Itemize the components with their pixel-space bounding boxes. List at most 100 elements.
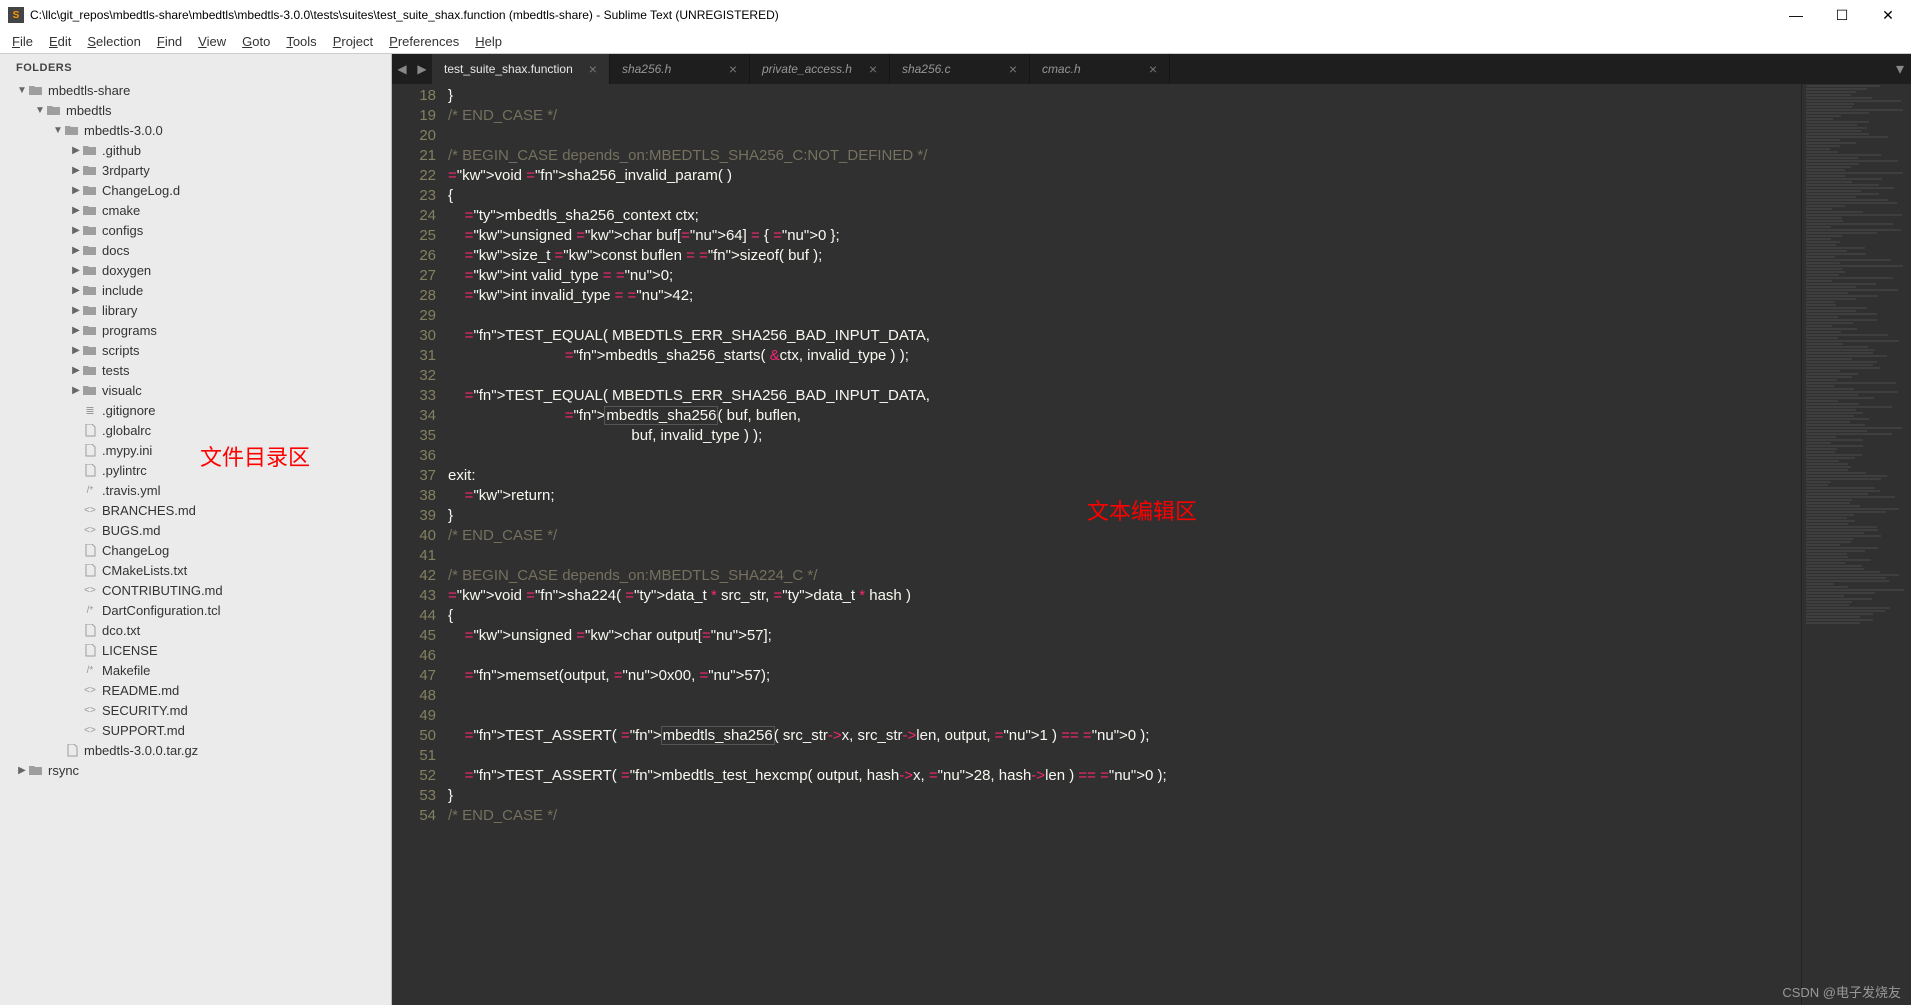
tree-item[interactable]: <>BRANCHES.md xyxy=(0,500,391,520)
code-line[interactable]: } xyxy=(448,786,1801,806)
line-number[interactable]: 18 xyxy=(392,86,436,106)
code-line[interactable] xyxy=(448,306,1801,326)
code-line[interactable] xyxy=(448,546,1801,566)
minimap[interactable] xyxy=(1801,84,1911,1005)
menu-tools[interactable]: Tools xyxy=(278,32,324,51)
code-line[interactable]: /* END_CASE */ xyxy=(448,106,1801,126)
tree-item[interactable]: ▶configs xyxy=(0,220,391,240)
tree-item[interactable]: ▶doxygen xyxy=(0,260,391,280)
line-number[interactable]: 35 xyxy=(392,426,436,446)
code-text-area[interactable]: }/* END_CASE *//* BEGIN_CASE depends_on:… xyxy=(448,84,1801,1005)
tab-close-icon[interactable]: × xyxy=(853,61,877,77)
tree-arrow-icon[interactable]: ▶ xyxy=(70,165,82,176)
tree-item[interactable]: ▶library xyxy=(0,300,391,320)
tree-item[interactable]: ▶.github xyxy=(0,140,391,160)
code-line[interactable]: } xyxy=(448,86,1801,106)
tree-item[interactable]: ChangeLog xyxy=(0,540,391,560)
close-button[interactable]: ✕ xyxy=(1865,0,1911,30)
line-number[interactable]: 48 xyxy=(392,686,436,706)
code-line[interactable] xyxy=(448,446,1801,466)
line-number[interactable]: 23 xyxy=(392,186,436,206)
tree-item[interactable]: ▶scripts xyxy=(0,340,391,360)
line-number[interactable]: 25 xyxy=(392,226,436,246)
line-number[interactable]: 41 xyxy=(392,546,436,566)
code-line[interactable]: ="fn">TEST_ASSERT( ="fn">mbedtls_test_he… xyxy=(448,766,1801,786)
tree-item[interactable]: ▶3rdparty xyxy=(0,160,391,180)
code-line[interactable] xyxy=(448,366,1801,386)
code-line[interactable] xyxy=(448,126,1801,146)
menu-preferences[interactable]: Preferences xyxy=(381,32,467,51)
tree-item[interactable]: /*Makefile xyxy=(0,660,391,680)
code-line[interactable]: ="fn">TEST_EQUAL( MBEDTLS_ERR_SHA256_BAD… xyxy=(448,386,1801,406)
tree-item[interactable]: ▶rsync xyxy=(0,760,391,780)
line-number[interactable]: 44 xyxy=(392,606,436,626)
tree-item[interactable]: ▼mbedtls-share xyxy=(0,80,391,100)
tree-arrow-icon[interactable]: ▶ xyxy=(70,325,82,336)
menu-edit[interactable]: Edit xyxy=(41,32,79,51)
tree-arrow-icon[interactable]: ▶ xyxy=(70,365,82,376)
line-number[interactable]: 52 xyxy=(392,766,436,786)
line-number[interactable]: 50 xyxy=(392,726,436,746)
tree-item[interactable]: /*.travis.yml xyxy=(0,480,391,500)
tree-arrow-icon[interactable]: ▶ xyxy=(70,245,82,256)
tree-arrow-icon[interactable]: ▶ xyxy=(16,765,28,776)
tab[interactable]: cmac.h× xyxy=(1030,54,1170,84)
tree-item[interactable]: /*DartConfiguration.tcl xyxy=(0,600,391,620)
line-number[interactable]: 27 xyxy=(392,266,436,286)
code-line[interactable]: ="fn">TEST_EQUAL( MBEDTLS_ERR_SHA256_BAD… xyxy=(448,326,1801,346)
line-gutter[interactable]: 1819202122232425262728293031323334353637… xyxy=(392,84,448,1005)
code-line[interactable]: ="fn">mbedtls_sha256( buf, buflen, xyxy=(448,406,1801,426)
line-number[interactable]: 21 xyxy=(392,146,436,166)
tree-arrow-icon[interactable]: ▼ xyxy=(16,85,28,96)
line-number[interactable]: 39 xyxy=(392,506,436,526)
tree-item[interactable]: ▼mbedtls-3.0.0 xyxy=(0,120,391,140)
tree-item[interactable]: mbedtls-3.0.0.tar.gz xyxy=(0,740,391,760)
code-line[interactable]: /* BEGIN_CASE depends_on:MBEDTLS_SHA256_… xyxy=(448,146,1801,166)
tree-item[interactable]: ▶ChangeLog.d xyxy=(0,180,391,200)
tree-arrow-icon[interactable]: ▶ xyxy=(70,385,82,396)
line-number[interactable]: 43 xyxy=(392,586,436,606)
tree-item[interactable]: ▶docs xyxy=(0,240,391,260)
menu-view[interactable]: View xyxy=(190,32,234,51)
tree-arrow-icon[interactable]: ▶ xyxy=(70,305,82,316)
line-number[interactable]: 33 xyxy=(392,386,436,406)
tree-item[interactable]: ▶programs xyxy=(0,320,391,340)
code-line[interactable] xyxy=(448,686,1801,706)
tree-arrow-icon[interactable]: ▶ xyxy=(70,285,82,296)
tree-item[interactable]: CMakeLists.txt xyxy=(0,560,391,580)
tree-item[interactable]: <>SUPPORT.md xyxy=(0,720,391,740)
code-line[interactable]: { xyxy=(448,186,1801,206)
tree-arrow-icon[interactable]: ▶ xyxy=(70,145,82,156)
line-number[interactable]: 49 xyxy=(392,706,436,726)
code-line[interactable]: ="kw">unsigned ="kw">char output[="nu">5… xyxy=(448,626,1801,646)
line-number[interactable]: 34 xyxy=(392,406,436,426)
code-line[interactable] xyxy=(448,706,1801,726)
code-line[interactable]: { xyxy=(448,606,1801,626)
menu-file[interactable]: File xyxy=(4,32,41,51)
code-line[interactable]: ="kw">int valid_type = ="nu">0; xyxy=(448,266,1801,286)
menu-selection[interactable]: Selection xyxy=(79,32,148,51)
tree-item[interactable]: .globalrc xyxy=(0,420,391,440)
line-number[interactable]: 54 xyxy=(392,806,436,826)
tab[interactable]: sha256.c× xyxy=(890,54,1030,84)
line-number[interactable]: 37 xyxy=(392,466,436,486)
line-number[interactable]: 22 xyxy=(392,166,436,186)
menu-project[interactable]: Project xyxy=(325,32,381,51)
tree-item[interactable]: ▶tests xyxy=(0,360,391,380)
code-line[interactable]: /* END_CASE */ xyxy=(448,806,1801,826)
code-line[interactable]: ="ty">mbedtls_sha256_context ctx; xyxy=(448,206,1801,226)
tree-arrow-icon[interactable]: ▼ xyxy=(52,125,64,136)
line-number[interactable]: 53 xyxy=(392,786,436,806)
code-line[interactable]: ="kw">unsigned ="kw">char buf[="nu">64] … xyxy=(448,226,1801,246)
code-line[interactable]: ="kw">int invalid_type = ="nu">42; xyxy=(448,286,1801,306)
minimize-button[interactable]: — xyxy=(1773,0,1819,30)
code-line[interactable] xyxy=(448,746,1801,766)
line-number[interactable]: 20 xyxy=(392,126,436,146)
line-number[interactable]: 46 xyxy=(392,646,436,666)
code-line[interactable]: exit: xyxy=(448,466,1801,486)
tree-item[interactable]: ▶cmake xyxy=(0,200,391,220)
tab-close-icon[interactable]: × xyxy=(713,61,737,77)
tree-item[interactable]: <>README.md xyxy=(0,680,391,700)
line-number[interactable]: 40 xyxy=(392,526,436,546)
line-number[interactable]: 45 xyxy=(392,626,436,646)
